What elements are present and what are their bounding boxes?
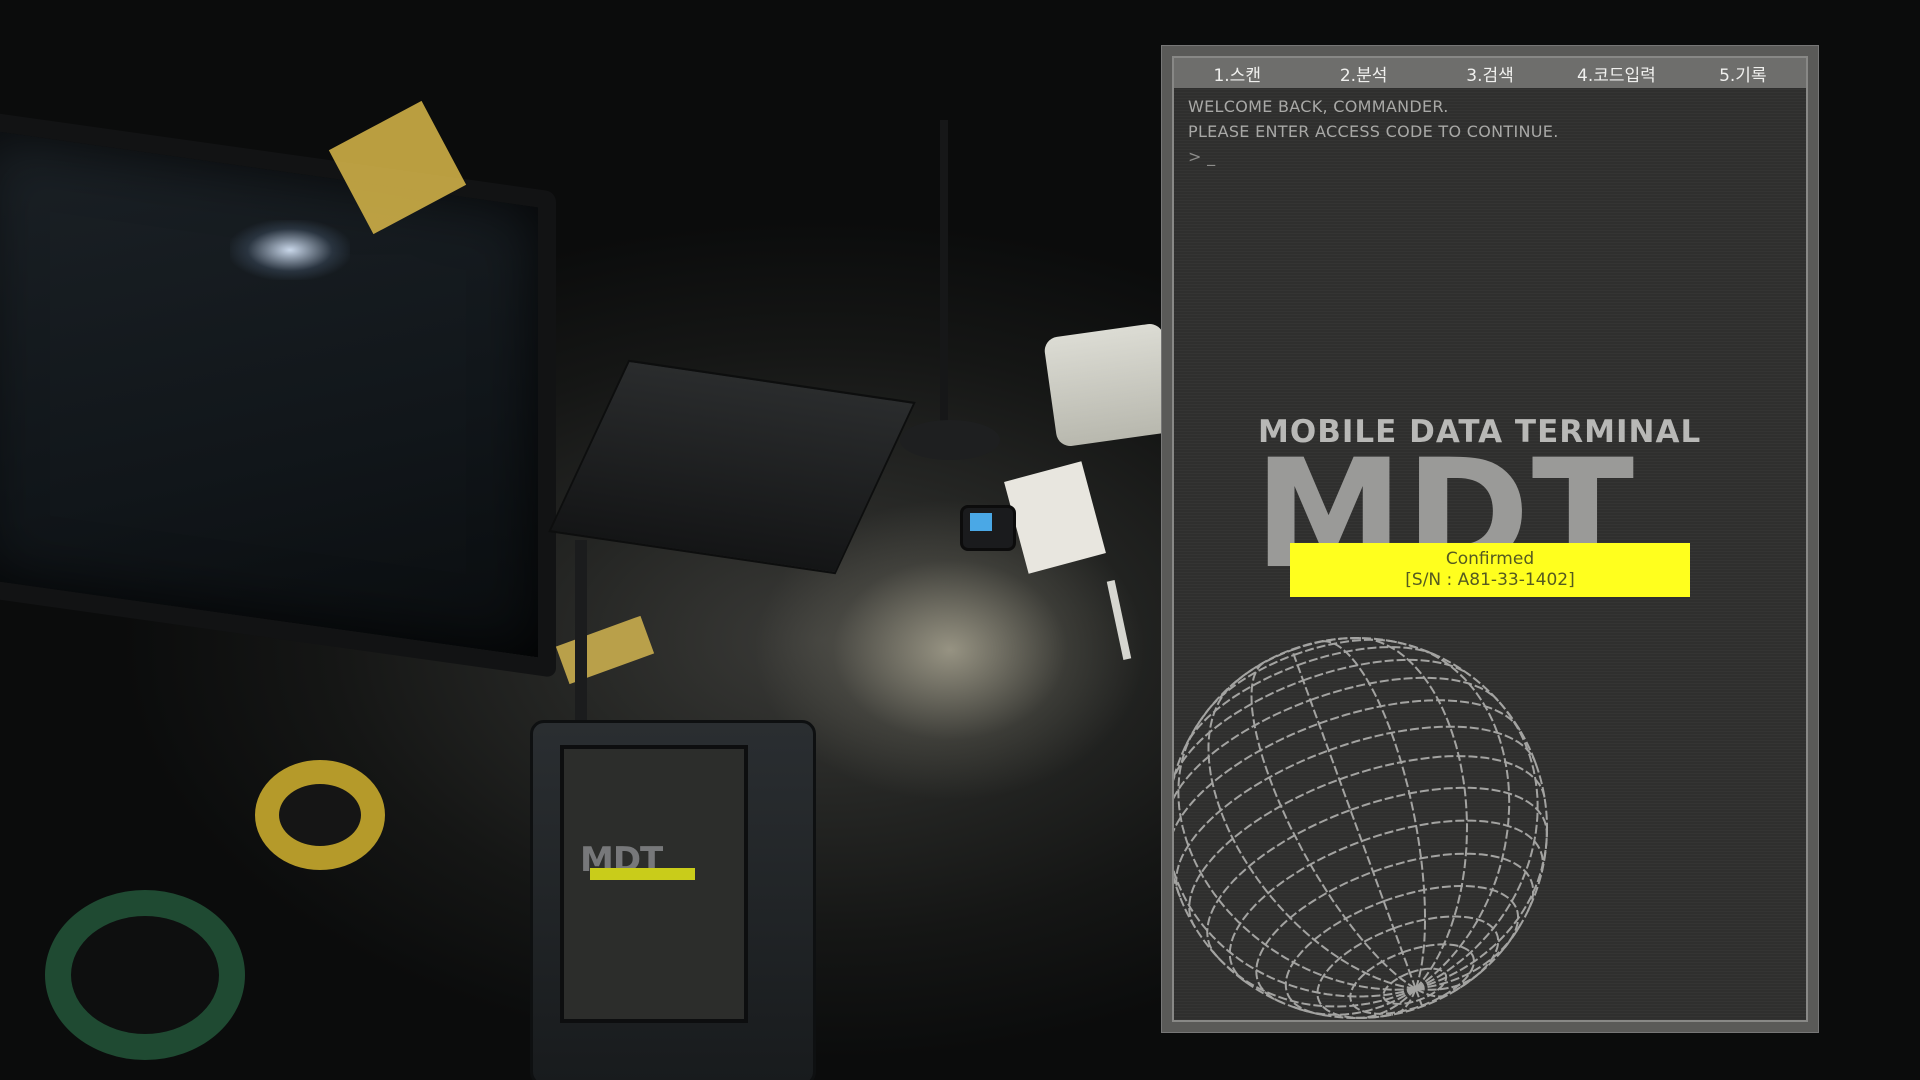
wireframe-globe-icon — [1174, 636, 1549, 1020]
globe-line — [1415, 822, 1549, 990]
globe-line — [1188, 755, 1546, 929]
tab-scan[interactable]: 1.스캔 — [1174, 61, 1300, 86]
globe-line — [1177, 716, 1416, 991]
paper-note — [1004, 461, 1106, 574]
confirmation-banner: Confirmed [S/N : A81-33-1402] — [1290, 543, 1690, 597]
globe-line — [1415, 689, 1539, 990]
handheld-antenna — [575, 540, 587, 720]
globe-line — [1290, 649, 1417, 990]
globe-line — [1317, 640, 1426, 990]
globe-line — [1175, 725, 1538, 898]
mdt-terminal-panel: 1.스캔 2.분석 3.검색 4.코드입력 5.기록 WELCOME BACK,… — [1161, 45, 1819, 1033]
tab-search[interactable]: 3.검색 — [1427, 61, 1553, 86]
radio-receiver — [548, 359, 916, 575]
globe-line — [1250, 659, 1417, 990]
monitor-light-glare — [230, 220, 350, 280]
tape-roll-green — [45, 890, 245, 1060]
tape-roll-yellow — [255, 760, 385, 870]
console-prompt-input[interactable]: > _ — [1188, 144, 1788, 169]
notepad — [555, 615, 655, 685]
mdt-tab-bar: 1.스캔 2.분석 3.검색 4.코드입력 5.기록 — [1174, 58, 1806, 88]
globe-line — [1174, 699, 1522, 833]
serial-number: [S/N : A81-33-1402] — [1405, 570, 1575, 590]
tab-code-input[interactable]: 4.코드입력 — [1553, 61, 1679, 86]
handheld-confirm-bar — [590, 868, 695, 880]
desk-lamp — [940, 120, 948, 440]
wrist-watch-display — [970, 513, 992, 531]
console-welcome-line: WELCOME BACK, COMMANDER. — [1188, 97, 1449, 116]
crt-monitor — [0, 108, 556, 678]
console-output: WELCOME BACK, COMMANDER. PLEASE ENTER AC… — [1188, 94, 1788, 169]
tab-analyze[interactable]: 2.분석 — [1300, 61, 1426, 86]
globe-line — [1182, 646, 1440, 751]
globe-line — [1351, 636, 1469, 990]
confirmation-status: Confirmed — [1445, 549, 1535, 569]
marker-pen — [1106, 580, 1132, 660]
desk-lamp-base — [900, 420, 1000, 460]
telephone — [1042, 322, 1178, 448]
tab-log[interactable]: 5.기록 — [1680, 61, 1806, 86]
console-instruction-line: PLEASE ENTER ACCESS CODE TO CONTINUE. — [1188, 122, 1559, 141]
handheld-mdt-screen — [560, 745, 748, 1023]
mdt-screen: 1.스캔 2.분석 3.검색 4.코드입력 5.기록 WELCOME BACK,… — [1172, 56, 1808, 1022]
